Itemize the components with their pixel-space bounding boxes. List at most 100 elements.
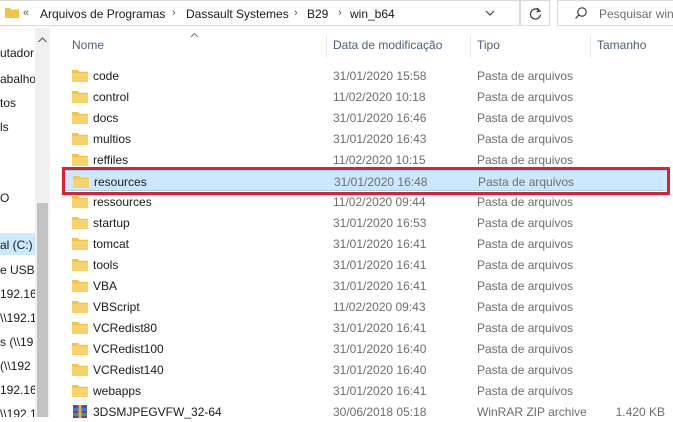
- search-icon: [575, 7, 587, 19]
- file-type: Pasta de arquivos: [477, 69, 574, 83]
- red-highlight-box: [62, 167, 670, 195]
- file-type: Pasta de arquivos: [477, 153, 574, 167]
- file-row[interactable]: tools 31/01/2020 16:41 Pasta de arquivos: [64, 254, 669, 275]
- breadcrumb-item[interactable]: win_b64: [350, 7, 395, 21]
- file-date: 31/01/2020 16:40: [333, 363, 427, 377]
- file-date: 31/01/2020 16:41: [333, 237, 427, 251]
- folder-icon: [5, 8, 19, 18]
- file-type: Pasta de arquivos: [477, 342, 574, 356]
- breadcrumb-chevron-icon[interactable]: «: [23, 7, 29, 19]
- scroll-up-arrow-icon[interactable]: [37, 36, 48, 44]
- folder-icon: [72, 90, 88, 103]
- file-row[interactable]: VCRedist140 31/01/2020 16:40 Pasta de arqu…: [64, 359, 669, 380]
- file-row[interactable]: control 11/02/2020 10:18 Pasta de arquivos: [64, 86, 669, 107]
- sort-ascending-icon: [190, 32, 199, 38]
- folder-icon: [72, 132, 88, 145]
- file-row[interactable]: VCRedist80 31/01/2020 16:41 Pasta de arqui…: [64, 317, 669, 338]
- breadcrumb-separator-icon[interactable]: ›: [338, 7, 342, 19]
- file-name: control: [93, 90, 130, 104]
- file-type: Pasta de arquivos: [477, 300, 574, 314]
- folder-icon: [72, 258, 88, 271]
- nav-item[interactable]: s (\\19: [0, 335, 33, 349]
- folder-icon: [72, 279, 88, 292]
- file-type: Pasta de arquivos: [477, 111, 574, 125]
- file-date: 31/01/2020 16:41: [333, 384, 427, 398]
- file-row[interactable]: VBA 31/01/2020 16:41 Pasta de arquivos: [64, 275, 669, 296]
- folder-icon: [72, 321, 88, 334]
- file-row[interactable]: multios 31/01/2020 16:43 Pasta de arquivos: [64, 128, 669, 149]
- refresh-button[interactable]: [520, 0, 550, 26]
- file-date: 11/02/2020 10:15: [333, 153, 426, 167]
- folder-icon: [72, 153, 88, 166]
- folder-icon: [72, 195, 88, 208]
- nav-item[interactable]: O: [0, 191, 9, 205]
- file-name: VBScript: [93, 300, 140, 314]
- column-header-size[interactable]: Tamanho: [597, 38, 646, 52]
- address-bar-row: « Arquivos de Programas › Dassault Syste…: [0, 0, 673, 28]
- nav-item[interactable]: e USB: [0, 263, 35, 277]
- file-row[interactable]: VCRedist100 31/01/2020 16:40 Pasta de arqu…: [64, 338, 669, 359]
- folder-icon: [72, 300, 88, 313]
- file-date: 31/01/2020 16:41: [333, 279, 427, 293]
- breadcrumb-separator-icon[interactable]: ›: [172, 7, 176, 19]
- chevron-down-icon[interactable]: [483, 5, 497, 21]
- zip-archive-icon: [72, 405, 88, 418]
- breadcrumb-separator-icon[interactable]: ›: [294, 7, 298, 19]
- file-row[interactable]: code 31/01/2020 15:58 Pasta de arquivos: [64, 65, 669, 86]
- folder-icon: [72, 342, 88, 355]
- nav-item[interactable]: abalho: [0, 72, 36, 86]
- file-name: docs: [93, 111, 119, 125]
- address-bar[interactable]: « Arquivos de Programas › Dassault Syste…: [0, 0, 520, 26]
- file-row[interactable]: startup 31/01/2020 16:53 Pasta de arquivos: [64, 212, 669, 233]
- search-input[interactable]: Pesquisar win: [557, 0, 673, 26]
- file-type: Pasta de arquivos: [477, 132, 574, 146]
- folder-icon: [72, 216, 88, 229]
- file-name: ressources: [93, 195, 152, 209]
- file-list: Nome Data de modificação Tipo Tamanho co…: [50, 28, 673, 419]
- file-type: Pasta de arquivos: [477, 363, 574, 377]
- file-type: Pasta de arquivos: [477, 258, 574, 272]
- file-type: Pasta de arquivos: [477, 384, 574, 398]
- nav-item[interactable]: utador: [0, 46, 34, 60]
- nav-item[interactable]: al (C:): [0, 238, 33, 252]
- nav-item[interactable]: ls: [0, 120, 9, 134]
- nav-item[interactable]: tos: [0, 96, 16, 110]
- file-row[interactable]: docs 31/01/2020 16:46 Pasta de arquivos: [64, 107, 669, 128]
- folder-icon: [72, 363, 88, 376]
- file-type: Pasta de arquivos: [477, 237, 574, 251]
- column-divider[interactable]: [326, 36, 327, 58]
- file-row[interactable]: VBScript 11/02/2020 09:43 Pasta de arquivo…: [64, 296, 669, 317]
- breadcrumb-item[interactable]: Dassault Systemes: [186, 7, 289, 21]
- file-date: 31/01/2020 16:46: [333, 111, 427, 125]
- file-date: 11/02/2020 09:43: [333, 300, 426, 314]
- file-date: 31/01/2020 16:40: [333, 342, 427, 356]
- nav-item[interactable]: 192.16: [0, 383, 37, 397]
- file-name: multios: [93, 132, 132, 146]
- file-name: startup: [93, 216, 130, 230]
- file-name: tools: [93, 258, 119, 272]
- file-name: VBA: [93, 279, 118, 293]
- search-placeholder: Pesquisar win: [599, 7, 673, 21]
- column-header-type[interactable]: Tipo: [477, 38, 500, 52]
- column-divider[interactable]: [470, 36, 471, 58]
- file-date: 11/02/2020 09:44: [333, 195, 426, 209]
- column-header-date[interactable]: Data de modificação: [333, 38, 442, 52]
- file-date: 31/01/2020 15:58: [333, 69, 427, 83]
- file-row[interactable]: tomcat 31/01/2020 16:41 Pasta de arquivos: [64, 233, 669, 254]
- file-name: reffiles: [93, 153, 129, 167]
- column-header-name[interactable]: Nome: [72, 38, 104, 52]
- column-divider[interactable]: [590, 36, 591, 58]
- file-date: 31/01/2020 16:41: [333, 258, 427, 272]
- breadcrumb-item[interactable]: B29: [307, 7, 328, 21]
- file-row[interactable]: webapps 31/01/2020 16:41 Pasta de arquivos: [64, 380, 669, 401]
- file-row[interactable]: 3DSMJPEGVFW_32-64 30/06/2018 05:18 WinRAR …: [64, 401, 669, 422]
- file-type: Pasta de arquivos: [477, 279, 574, 293]
- file-date: 31/01/2020 16:41: [333, 321, 427, 335]
- file-date: 31/01/2020 16:53: [333, 216, 427, 230]
- breadcrumb-item[interactable]: Arquivos de Programas: [40, 7, 165, 21]
- file-date: 31/01/2020 16:43: [333, 132, 427, 146]
- nav-item[interactable]: (\\192: [0, 359, 31, 373]
- file-type: Pasta de arquivos: [477, 216, 574, 230]
- refresh-icon: [529, 7, 542, 20]
- nav-scrollbar-thumb[interactable]: [37, 203, 48, 417]
